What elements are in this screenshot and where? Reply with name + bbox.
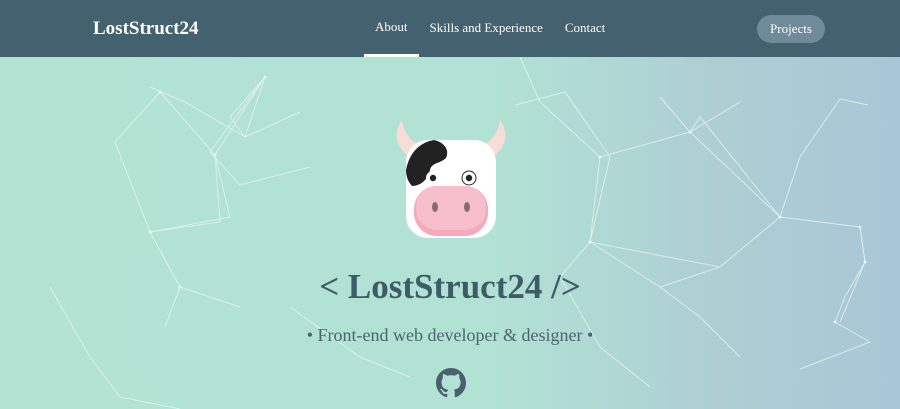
page-title: < LostStruct24 /> bbox=[319, 267, 581, 306]
brand-logo-text[interactable]: LostStruct24 bbox=[93, 0, 199, 57]
nav-link-skills-and-experience[interactable]: Skills and Experience bbox=[419, 0, 554, 57]
projects-button[interactable]: Projects bbox=[757, 15, 825, 43]
github-icon[interactable] bbox=[436, 368, 466, 398]
nav-link-contact[interactable]: Contact bbox=[554, 0, 616, 57]
cow-icon bbox=[396, 120, 506, 238]
page-subtitle: • Front-end web developer & designer • bbox=[306, 325, 594, 345]
nav-links: About Skills and Experience Contact bbox=[364, 0, 616, 57]
navbar: LostStruct24 About Skills and Experience… bbox=[0, 0, 900, 57]
hero-section: < LostStruct24 /> • Front-end web develo… bbox=[0, 57, 900, 409]
nav-link-about[interactable]: About bbox=[364, 0, 419, 57]
